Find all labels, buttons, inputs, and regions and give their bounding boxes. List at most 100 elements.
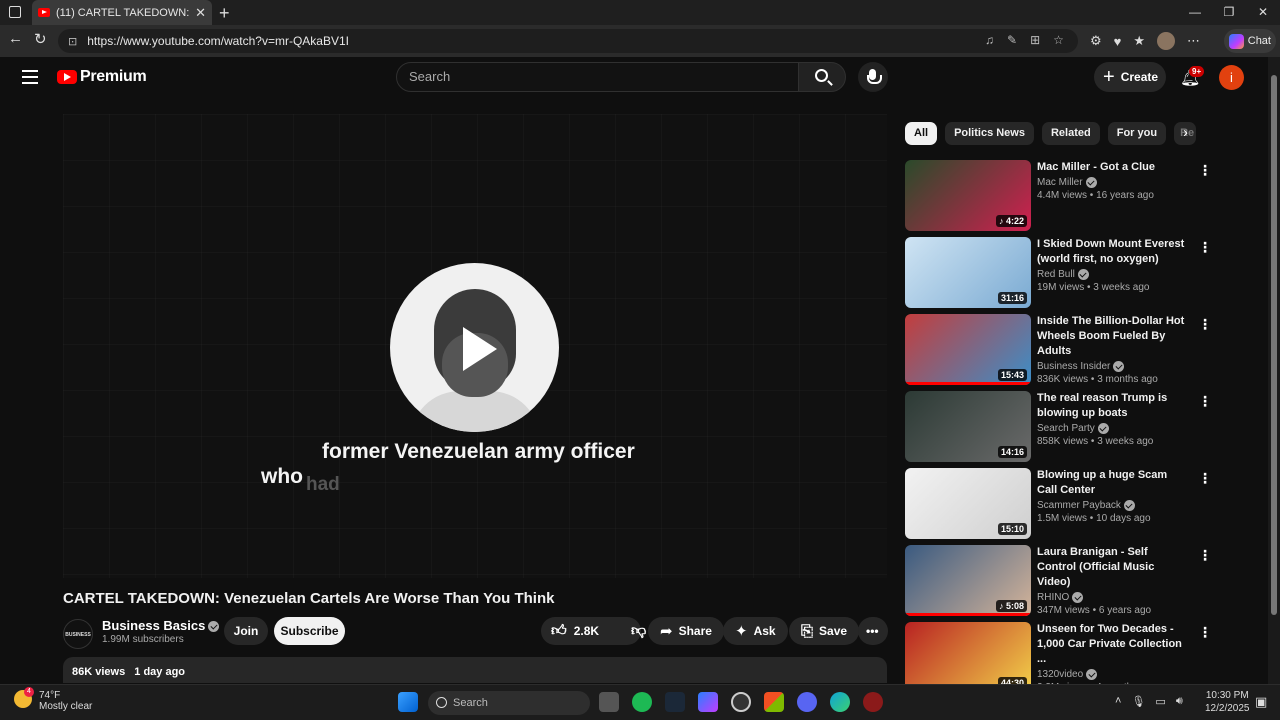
recommended-video[interactable]: ♪ 5:08 Laura Branigan - Self Control (Off… [905,545,1212,617]
minimize-button[interactable]: — [1178,0,1212,25]
recommended-channel[interactable]: 1320video [1037,669,1187,680]
discord-icon[interactable] [797,692,817,712]
recommended-video[interactable]: ♪ 4:22 Mac Miller - Got a Clue Mac Miller 4… [905,160,1212,232]
recommended-channel[interactable]: Business Insider [1037,361,1187,372]
subscribe-button[interactable]: Subscribe [274,617,345,645]
create-label: Create [1120,70,1159,84]
browser-essentials-icon[interactable]: ♥ [1114,34,1122,49]
notification-center-icon[interactable]: ▣ [1255,694,1267,710]
video-thumbnail[interactable]: ♪ 4:22 [905,160,1031,231]
recommended-video-title[interactable]: Blowing up a huge Scam Call Center [1037,468,1187,498]
video-thumbnail[interactable]: 15:43 [905,314,1031,385]
more-vert-icon[interactable]: ⋮ [1198,470,1212,487]
ask-button[interactable]: ✦ Ask [723,617,788,645]
search-button[interactable] [798,62,846,92]
steam-icon[interactable] [665,692,685,712]
network-icon[interactable]: ▭ [1155,695,1165,708]
save-button[interactable]: ⎘ Save [789,617,860,645]
chevron-right-icon[interactable]: › [1183,124,1188,141]
recommended-video-title[interactable]: Unseen for Two Decades - 1,000 Car Priva… [1037,622,1187,667]
more-vert-icon[interactable]: ⋮ [1198,624,1212,641]
chevron-up-icon[interactable]: ˄ [1115,695,1121,708]
address-bar[interactable]: ⊡ https://www.youtube.com/watch?v=mr-QAk… [58,29,1078,53]
pen-icon[interactable]: ✎ [1007,33,1017,47]
recommended-channel[interactable]: Search Party [1037,423,1187,434]
chip-related[interactable]: Related [1041,122,1100,145]
extensions-icon[interactable]: ⚙ [1090,33,1102,49]
edge-icon[interactable] [830,692,850,712]
more-vert-icon[interactable]: ⋮ [1198,316,1212,333]
page-scrollbar[interactable] [1268,57,1280,684]
back-button[interactable]: ← [8,30,23,47]
video-thumbnail[interactable]: 14:16 [905,391,1031,462]
notification-permission-icon[interactable]: ♫ [985,33,994,47]
favorite-star-icon[interactable]: ☆ [1053,33,1064,47]
recommended-channel[interactable]: Red Bull [1037,269,1187,280]
recommended-video[interactable]: 15:10 Blowing up a huge Scam Call Center S… [905,468,1212,540]
spotify-icon[interactable] [632,692,652,712]
app-icon[interactable] [863,692,883,712]
task-view-icon[interactable] [599,692,619,712]
volume-icon[interactable]: 🔊︎ [1176,695,1183,708]
taskbar-search[interactable]: Search [428,691,590,715]
description-box[interactable]: 86K views 1 day ago [63,657,887,683]
video-title: CARTEL TAKEDOWN: Venezuelan Cartels Are … [63,590,555,607]
maximize-button[interactable]: ❐ [1212,0,1246,25]
recommended-video[interactable]: 15:43 Inside The Billion-Dollar Hot Wheel… [905,314,1212,386]
video-player[interactable]: former Venezuelan army officer who had [63,114,887,578]
recommended-video-title[interactable]: Laura Branigan - Self Control (Official … [1037,545,1187,590]
create-button[interactable]: + Create [1094,62,1166,92]
share-button[interactable]: ➦ Share [648,617,724,645]
chatgpt-icon[interactable] [731,692,751,712]
recommended-video-title[interactable]: Mac Miller - Got a Clue [1037,160,1187,175]
microsoft-store-icon[interactable] [764,692,784,712]
recommended-video[interactable]: 14:16 The real reason Trump is blowing up… [905,391,1212,463]
site-info-icon[interactable]: ⊡ [68,35,77,48]
video-thumbnail[interactable]: ♪ 5:08 [905,545,1031,616]
more-actions-button[interactable]: ••• [858,617,888,645]
favorites-icon[interactable]: ★ [1133,33,1145,49]
recommended-video-title[interactable]: Inside The Billion-Dollar Hot Wheels Boo… [1037,314,1187,359]
weather-widget[interactable]: 4 74°F Mostly clear [14,687,92,712]
close-window-button[interactable]: ✕ [1246,0,1280,25]
join-button[interactable]: Join [224,617,268,645]
voice-search-button[interactable] [858,62,888,92]
like-button[interactable]: 👍︎ 2.8K [541,617,609,645]
account-avatar[interactable]: i [1219,65,1244,90]
app-available-icon[interactable]: ⊞ [1030,33,1040,47]
copilot-app-icon[interactable] [698,692,718,712]
close-tab-icon[interactable]: ✕ [195,5,206,21]
more-vert-icon[interactable]: ⋮ [1198,162,1212,179]
play-icon[interactable] [457,325,505,373]
chip-for-you[interactable]: For you [1107,122,1167,145]
menu-icon[interactable] [22,70,38,88]
more-vert-icon[interactable]: ⋮ [1198,547,1212,564]
channel-avatar[interactable]: BUSINESS BASICS [63,619,93,668]
video-thumbnail[interactable]: 15:10 [905,468,1031,539]
microphone-icon[interactable]: 🎙︎ [1131,695,1145,708]
channel-name[interactable]: Business Basics [102,618,220,633]
browser-tab[interactable]: (11) CARTEL TAKEDOWN: Venezuelan Cartels… [32,0,212,25]
video-thumbnail[interactable]: 44:30 [905,622,1031,693]
more-options-icon[interactable]: ⋯ [1187,33,1200,49]
chip-all[interactable]: All [905,122,938,145]
youtube-premium-logo[interactable]: Premium [57,68,147,86]
refresh-button[interactable]: ↻ [34,30,47,48]
recommended-video-title[interactable]: The real reason Trump is blowing up boat… [1037,391,1187,421]
tab-actions-icon[interactable] [9,6,21,18]
video-thumbnail[interactable]: 31:16 [905,237,1031,308]
search-input[interactable]: Search [396,62,799,92]
start-button[interactable] [398,692,418,712]
new-tab-button[interactable]: + [219,3,230,24]
recommended-channel[interactable]: Scammer Payback [1037,500,1187,511]
recommended-video[interactable]: 31:16 I Skied Down Mount Everest (world f… [905,237,1212,309]
copilot-chat-button[interactable]: Chat [1224,29,1276,53]
recommended-channel[interactable]: RHINO [1037,592,1187,603]
recommended-channel[interactable]: Mac Miller [1037,177,1187,188]
profile-avatar[interactable] [1157,32,1176,50]
clock[interactable]: 10:30 PM 12/2/2025 [1205,689,1250,715]
chip-politics-news[interactable]: Politics News [945,122,1034,145]
recommended-video-title[interactable]: I Skied Down Mount Everest (world first,… [1037,237,1187,267]
more-vert-icon[interactable]: ⋮ [1198,393,1212,410]
more-vert-icon[interactable]: ⋮ [1198,239,1212,256]
